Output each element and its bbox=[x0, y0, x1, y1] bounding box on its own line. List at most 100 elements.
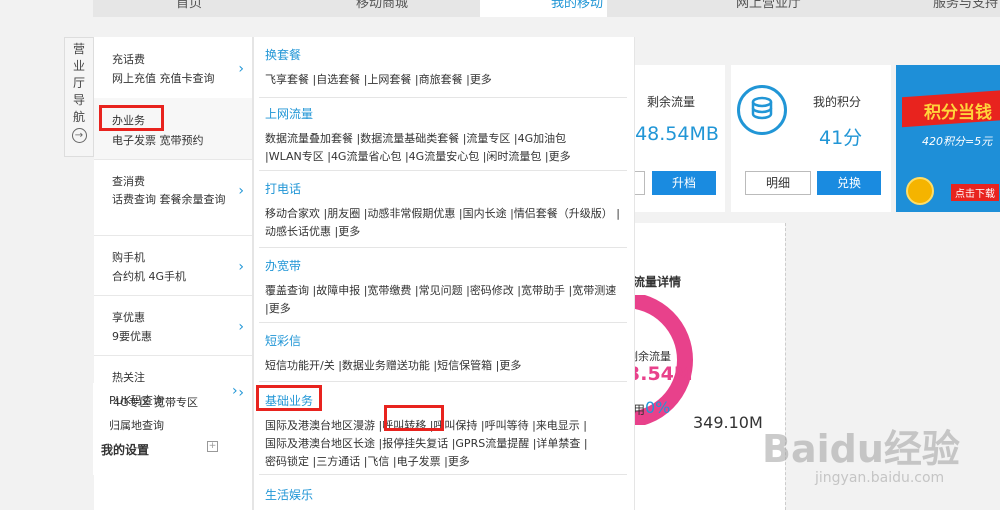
link[interactable]: GPRS流量提醒 bbox=[455, 437, 529, 450]
coin-icon bbox=[906, 177, 934, 205]
link[interactable]: 移动合家欢 bbox=[265, 207, 320, 220]
upgrade-button[interactable]: 升档 bbox=[652, 171, 716, 195]
link[interactable]: 自选套餐 bbox=[316, 73, 360, 86]
link[interactable]: 报停挂失复话 bbox=[382, 437, 448, 450]
divider bbox=[259, 474, 627, 475]
menu-item-sub[interactable]: 网上充值 充值卡查询 bbox=[112, 70, 215, 87]
link[interactable]: 常见问题 bbox=[419, 284, 463, 297]
menu-item-title: 查消费 bbox=[112, 175, 145, 188]
banner-subtitle: 420积分=5元 bbox=[922, 135, 993, 148]
link[interactable]: 来电显示 bbox=[536, 419, 580, 432]
chevron-right-icon: › bbox=[238, 61, 244, 77]
redeem-button[interactable]: 兑换 bbox=[817, 171, 881, 195]
plus-square-icon[interactable]: + bbox=[207, 441, 218, 452]
link[interactable]: 4G流量省心包 bbox=[331, 150, 402, 163]
donut-total-value: 349.10M bbox=[693, 413, 763, 432]
arrow-right-circle-icon[interactable]: → bbox=[71, 128, 87, 143]
section-sms: 短彩信 短信功能开/关 |数据业务赠送功能 |短信保管箱 |更多 bbox=[265, 332, 621, 375]
link[interactable]: 闲时流量包 bbox=[486, 150, 541, 163]
link[interactable]: 数据流量叠加套餐 bbox=[265, 132, 353, 145]
link[interactable]: 宽带助手 bbox=[521, 284, 565, 297]
link[interactable]: 流量专区 bbox=[466, 132, 510, 145]
link[interactable]: 三方通话 bbox=[316, 455, 360, 468]
link[interactable]: 商旅套餐 bbox=[419, 73, 463, 86]
chevron-right-icon: › bbox=[238, 319, 244, 335]
menu-item-offers[interactable]: 享优惠 9要优惠 › bbox=[94, 295, 252, 356]
link[interactable]: 国际及港澳台地区漫游 bbox=[265, 419, 375, 432]
link[interactable]: 4G加油包 bbox=[518, 132, 567, 145]
link[interactable]: 密码锁定 bbox=[265, 455, 309, 468]
section-title: 短彩信 bbox=[265, 334, 302, 348]
link[interactable]: 更多 bbox=[338, 225, 360, 238]
link[interactable]: 更多 bbox=[470, 73, 492, 86]
points-label: 我的积分 bbox=[813, 95, 862, 109]
link[interactable]: WLAN专区 bbox=[269, 150, 324, 163]
link[interactable]: 更多 bbox=[549, 150, 571, 163]
chevron-right-icon: › bbox=[238, 385, 244, 401]
section-links: 移动合家欢 |朋友圈 |动感非常假期优惠 |国内长途 |情侣套餐（升级版） |动… bbox=[265, 207, 621, 238]
link[interactable]: 详单禁查 bbox=[536, 437, 580, 450]
menu-item-sub[interactable]: 电子发票 宽带预约 bbox=[112, 132, 204, 149]
section-title: 换套餐 bbox=[265, 48, 302, 62]
zone-links[interactable]: 4G专区 宽带专区 bbox=[113, 394, 198, 410]
link[interactable]: 4G流量安心包 bbox=[409, 150, 480, 163]
link[interactable]: 短信功能开/关 bbox=[265, 359, 335, 372]
guide-char: 营 bbox=[72, 42, 85, 56]
section-data-flow: 上网流量 数据流量叠加套餐 |数据流量基础类套餐 |流量专区 |4G加油包 |W… bbox=[265, 105, 621, 166]
menu-item-buy-phone[interactable]: 购手机 合约机 4G手机 › bbox=[94, 235, 252, 296]
section-broadband: 办宽带 覆盖查询 |故障申报 |宽带缴费 |常见问题 |密码修改 |宽带助手 |… bbox=[265, 257, 621, 318]
link[interactable]: 覆盖查询 bbox=[265, 284, 309, 297]
link[interactable]: 动感非常假期优惠 bbox=[367, 207, 455, 220]
tab-home[interactable]: 首页 bbox=[176, 0, 202, 11]
flow-detail-card: 流量详情 剩余流量 3.54M 用 0% 349.10M bbox=[624, 223, 785, 510]
link[interactable]: 朋友圈 bbox=[327, 207, 360, 220]
menu-item-recharge[interactable]: 充话费 网上充值 充值卡查询 › bbox=[94, 37, 252, 99]
section-title: 打电话 bbox=[265, 182, 302, 196]
points-card: 我的积分 41分 明细 兑换 bbox=[731, 65, 891, 212]
home-location-query-link[interactable]: 归属地查询 bbox=[109, 417, 164, 433]
hot-sub-menu: PUK码查询 4G专区 宽带专区 归属地查询 我的设置 + bbox=[93, 383, 225, 475]
tab-mobile-mall[interactable]: 移动商城 bbox=[356, 0, 408, 11]
menu-item-consumption[interactable]: 查消费 话费查询 套餐余量查询 › bbox=[94, 159, 252, 236]
menu-item-title: 购手机 bbox=[112, 251, 145, 264]
link[interactable]: 国内长途 bbox=[463, 207, 507, 220]
remaining-flow-label: 剩余流量 bbox=[647, 95, 696, 109]
menu-item-sub[interactable]: 合约机 4G手机 bbox=[112, 268, 186, 285]
link[interactable]: 上网套餐 bbox=[367, 73, 411, 86]
link[interactable]: 更多 bbox=[499, 359, 521, 372]
link[interactable]: 更多 bbox=[448, 455, 470, 468]
link[interactable]: 情侣套餐（升级版） bbox=[514, 207, 613, 220]
link[interactable]: 飞享套餐 bbox=[265, 73, 309, 86]
link[interactable]: 故障申报 bbox=[316, 284, 360, 297]
link[interactable]: 宽带缴费 bbox=[367, 284, 411, 297]
link[interactable]: 动感长话优惠 bbox=[265, 225, 331, 238]
points-promo-banner[interactable]: 积分当钱 420积分=5元 点击下载 bbox=[896, 65, 1000, 212]
menu-item-sub[interactable]: 9要优惠 bbox=[112, 328, 152, 345]
link[interactable]: 数据流量基础类套餐 bbox=[360, 132, 459, 145]
chevron-right-icon: › bbox=[238, 259, 244, 275]
link[interactable]: 密码修改 bbox=[470, 284, 514, 297]
section-links: 覆盖查询 |故障申报 |宽带缴费 |常见问题 |密码修改 |宽带助手 |宽带测速… bbox=[265, 284, 617, 315]
menu-item-title: 充话费 bbox=[112, 53, 145, 66]
business-hall-guide[interactable]: 营 业 厅 导 航 → bbox=[64, 37, 94, 157]
link[interactable]: 更多 bbox=[269, 302, 291, 315]
link[interactable]: 国际及港澳台地区长途 bbox=[265, 437, 375, 450]
link[interactable]: 呼叫等待 bbox=[485, 419, 529, 432]
tab-online-hall[interactable]: 网上营业厅 bbox=[736, 0, 801, 11]
link[interactable]: 飞信 bbox=[367, 455, 389, 468]
section-title: 上网流量 bbox=[265, 107, 314, 121]
my-settings-label[interactable]: 我的设置 bbox=[101, 441, 149, 458]
tab-my-mobile[interactable]: 我的移动 bbox=[551, 0, 603, 11]
tab-service-support[interactable]: 服务与支持 bbox=[933, 0, 998, 11]
top-nav: 首页 移动商城 我的移动 网上营业厅 服务与支持 bbox=[93, 0, 1000, 17]
link[interactable]: 数据业务赠送功能 bbox=[342, 359, 430, 372]
points-detail-button[interactable]: 明细 bbox=[745, 171, 811, 195]
donut-remaining-value: 3.54M bbox=[627, 363, 693, 385]
divider bbox=[259, 247, 627, 248]
link[interactable]: 电子发票 bbox=[397, 455, 441, 468]
menu-item-sub[interactable]: 话费查询 套餐余量查询 bbox=[112, 191, 230, 208]
guide-char: 导 bbox=[72, 93, 85, 107]
link[interactable]: 宽带测速 bbox=[572, 284, 616, 297]
link[interactable]: 短信保管箱 bbox=[437, 359, 492, 372]
section-title: 生活娱乐 bbox=[265, 488, 314, 502]
